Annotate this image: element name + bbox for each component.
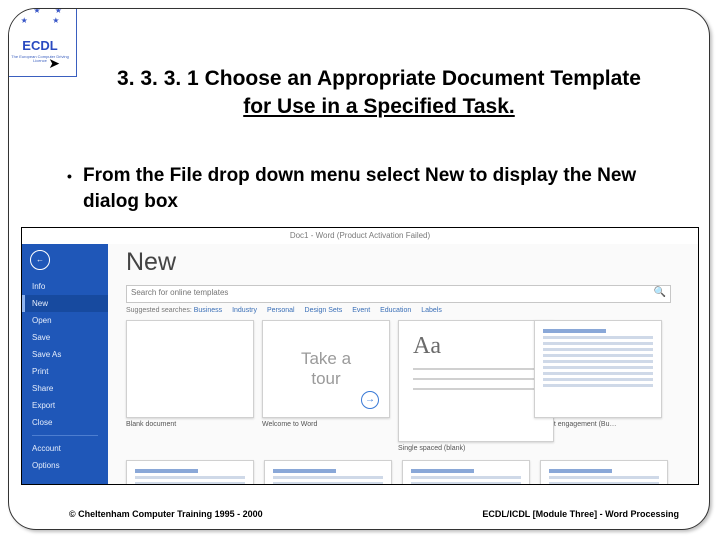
ecdl-logo: ECDL The European Computer Driving Licen… bbox=[8, 8, 77, 77]
template-blank-document[interactable]: Blank document bbox=[126, 320, 252, 452]
word-titlebar: Doc1 - Word (Product Activation Failed) bbox=[22, 228, 698, 244]
suggested-education[interactable]: Education bbox=[380, 307, 411, 314]
backstage-content: New 🔍 Suggested searches: Business Indus… bbox=[108, 244, 698, 484]
aa-icon: Aa bbox=[413, 333, 539, 360]
template-single-spaced[interactable]: Aa Single spaced (blank) bbox=[398, 320, 524, 452]
template-search[interactable]: 🔍 bbox=[126, 285, 671, 303]
sidebar-item-info[interactable]: Info bbox=[22, 278, 108, 295]
tour-arrow-icon: → bbox=[361, 391, 379, 409]
suggested-searches: Suggested searches: Business Industry Pe… bbox=[126, 307, 680, 314]
page-title: New bbox=[126, 248, 680, 277]
sidebar-item-save[interactable]: Save bbox=[22, 329, 108, 346]
template-row2-4[interactable] bbox=[540, 460, 668, 485]
template-caption: Blank document bbox=[126, 421, 252, 428]
template-row2-1[interactable] bbox=[126, 460, 254, 485]
sidebar-separator bbox=[32, 435, 98, 436]
slide-footer: © Cheltenham Computer Training 1995 - 20… bbox=[69, 509, 679, 519]
template-row2-2[interactable] bbox=[264, 460, 392, 485]
single-spaced-thumb: Aa bbox=[398, 320, 554, 442]
keyword-file: File bbox=[170, 165, 203, 186]
template-caption: Single spaced (blank) bbox=[398, 445, 524, 452]
blank-document-thumb bbox=[126, 320, 254, 418]
template-gallery-row2 bbox=[126, 460, 668, 485]
sidebar-item-print[interactable]: Print bbox=[22, 363, 108, 380]
suggested-business[interactable]: Business bbox=[194, 307, 222, 314]
sidebar-item-account[interactable]: Account bbox=[22, 440, 108, 457]
cursor-icon: ➤ bbox=[48, 55, 60, 72]
bullet-1: • From the File drop down menu select Ne… bbox=[83, 163, 663, 214]
template-row2-3[interactable] bbox=[402, 460, 530, 485]
suggested-personal[interactable]: Personal bbox=[267, 307, 295, 314]
sidebar-item-export[interactable]: Export bbox=[22, 397, 108, 414]
template-gallery: Blank document Take atour → Welcome to W… bbox=[126, 320, 680, 452]
sidebar-item-share[interactable]: Share bbox=[22, 380, 108, 397]
slide-title: 3. 3. 3. 1 Choose an Appropriate Documen… bbox=[79, 65, 679, 122]
search-icon[interactable]: 🔍 bbox=[653, 287, 665, 298]
template-welcome-to-word[interactable]: Take atour → Welcome to Word bbox=[262, 320, 388, 452]
sidebar-item-save-as[interactable]: Save As bbox=[22, 346, 108, 363]
sidebar-item-options[interactable]: Options bbox=[22, 457, 108, 474]
title-line1: 3. 3. 3. 1 Choose an Appropriate Documen… bbox=[117, 67, 641, 90]
suggested-industry[interactable]: Industry bbox=[232, 307, 257, 314]
word-screenshot: Doc1 - Word (Product Activation Failed) … bbox=[21, 227, 699, 485]
suggested-labels[interactable]: Labels bbox=[421, 307, 442, 314]
suggested-label: Suggested searches: bbox=[126, 307, 192, 314]
search-input[interactable] bbox=[127, 286, 624, 299]
bullet-dot-icon: • bbox=[67, 167, 72, 186]
bullet-text-pre: From the bbox=[83, 165, 170, 186]
keyword-new: New bbox=[425, 165, 464, 186]
slide-frame: ECDL The European Computer Driving Licen… bbox=[8, 8, 710, 530]
suggested-event[interactable]: Event bbox=[352, 307, 370, 314]
suggested-design-sets[interactable]: Design Sets bbox=[305, 307, 343, 314]
take-a-tour-thumb: Take atour → bbox=[262, 320, 390, 418]
eu-stars-icon bbox=[10, 8, 70, 40]
footer-module: ECDL/ICDL [Module Three] - Word Processi… bbox=[482, 509, 679, 519]
sidebar-item-close[interactable]: Close bbox=[22, 414, 108, 431]
title-line2: for Use in a Specified Task. bbox=[243, 95, 515, 118]
project-engagement-thumb bbox=[534, 320, 662, 418]
sidebar-item-open[interactable]: Open bbox=[22, 312, 108, 329]
bullet-text-mid: drop down menu select bbox=[202, 165, 425, 186]
backstage-sidebar: ← Info New Open Save Save As Print Share… bbox=[22, 244, 108, 484]
logo-brand: ECDL bbox=[8, 38, 76, 53]
sidebar-item-new[interactable]: New bbox=[22, 295, 108, 312]
logo-subtitle: The European Computer Driving Licence bbox=[8, 55, 76, 64]
template-caption: Welcome to Word bbox=[262, 421, 388, 428]
footer-copyright: © Cheltenham Computer Training 1995 - 20… bbox=[69, 509, 263, 519]
back-icon[interactable]: ← bbox=[30, 250, 50, 270]
